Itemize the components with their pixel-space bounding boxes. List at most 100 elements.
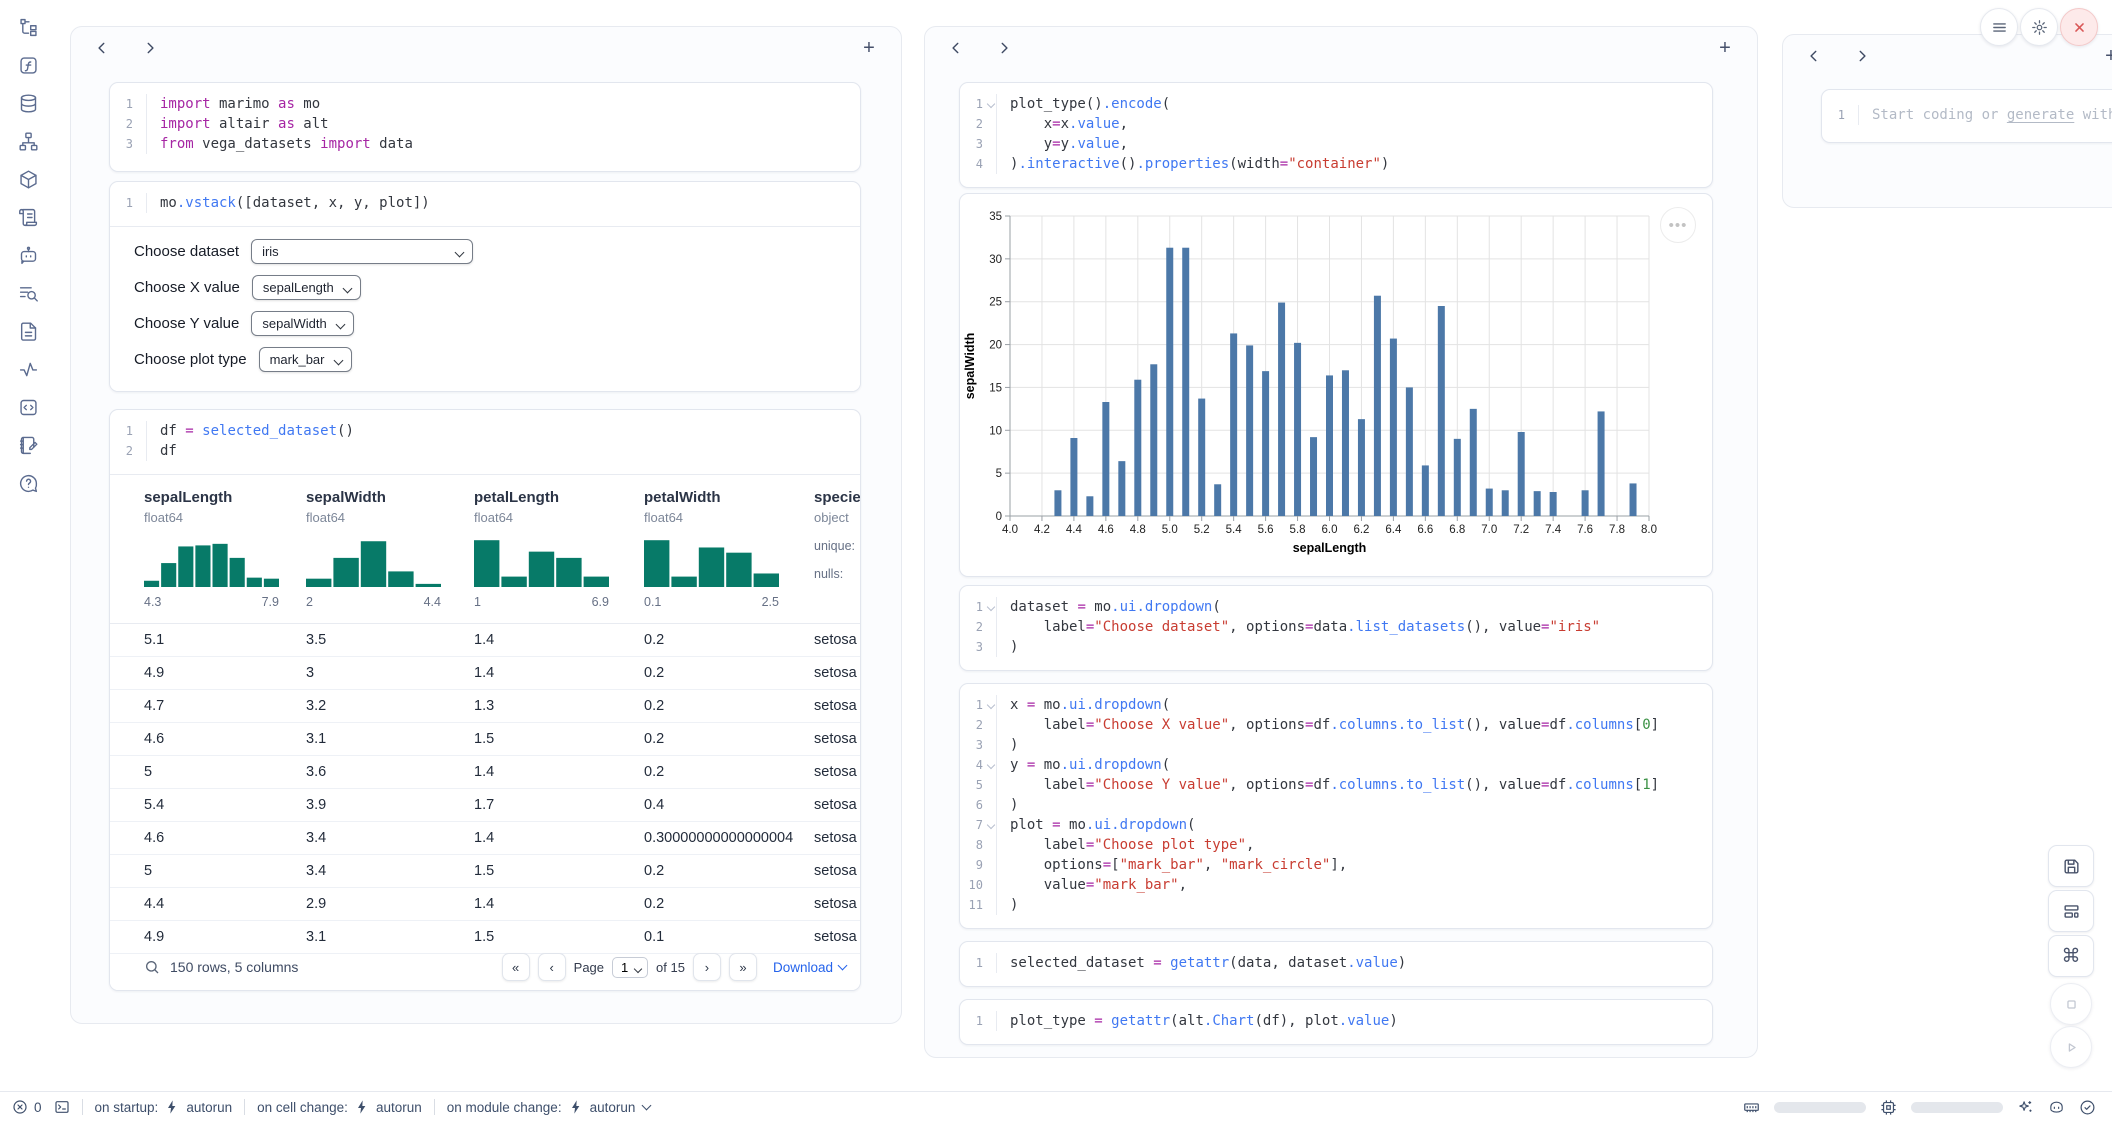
column-header-sepalWidth[interactable]: sepalWidthfloat6424.4 bbox=[306, 475, 474, 623]
fold-chevron-icon[interactable] bbox=[987, 821, 995, 829]
dropdown-select-0[interactable]: iris bbox=[251, 239, 473, 264]
add-cell-button[interactable]: + bbox=[857, 36, 881, 60]
prev-column-button[interactable] bbox=[91, 37, 113, 59]
dropdown-select-2[interactable]: sepalWidth bbox=[251, 311, 354, 336]
file-tree-icon[interactable] bbox=[17, 16, 39, 38]
code-editor[interactable]: 1import marimo as mo2import altair as al… bbox=[110, 83, 860, 165]
table-row[interactable]: 4.73.21.30.2setosa bbox=[110, 690, 860, 723]
table-row[interactable]: 4.42.91.40.2setosa bbox=[110, 888, 860, 921]
fold-chevron-icon[interactable] bbox=[987, 603, 995, 611]
table-cell: 1.7 bbox=[474, 797, 644, 813]
error-count[interactable]: 0 bbox=[12, 1099, 42, 1115]
menu-button[interactable] bbox=[1980, 8, 2018, 46]
last-page-button[interactable]: » bbox=[729, 953, 757, 981]
copilot-icon[interactable] bbox=[2048, 1099, 2065, 1116]
on-module-change-setting[interactable]: on module change: autorun bbox=[447, 1099, 651, 1115]
function-icon[interactable] bbox=[17, 54, 39, 76]
help-icon[interactable] bbox=[17, 472, 39, 494]
scroll-icon[interactable] bbox=[17, 206, 39, 228]
code-editor[interactable]: 1x = mo.ui.dropdown(2 label="Choose X va… bbox=[960, 684, 1712, 926]
activity-icon[interactable] bbox=[17, 358, 39, 380]
code-editor[interactable]: 1mo.vstack([dataset, x, y, plot]) bbox=[110, 182, 860, 224]
save-button[interactable] bbox=[2048, 845, 2094, 887]
dropdown-select-3[interactable]: mark_bar bbox=[259, 347, 352, 372]
table-cell: 5.1 bbox=[144, 632, 306, 648]
code-editor[interactable]: 1plot_type().encode(2 x=x.value,3 y=y.va… bbox=[960, 83, 1712, 185]
table-row[interactable]: 5.13.51.40.2setosa bbox=[110, 624, 860, 657]
column-header-petalWidth[interactable]: petalWidthfloat640.12.5 bbox=[644, 475, 814, 623]
code-editor[interactable]: 1dataset = mo.ui.dropdown(2 label="Choos… bbox=[960, 586, 1712, 668]
code-line: 3 y=y.value, bbox=[960, 134, 1712, 154]
keyboard-shortcuts-button[interactable]: ⌘ bbox=[2048, 935, 2094, 977]
hamburger-icon bbox=[1991, 19, 2008, 36]
package-icon[interactable] bbox=[17, 168, 39, 190]
table-cell: 5.4 bbox=[144, 797, 306, 813]
table-cell: 0.2 bbox=[644, 764, 814, 780]
column-left: + 1import marimo as mo2import altair as … bbox=[70, 26, 902, 1024]
list-search-icon[interactable] bbox=[17, 282, 39, 304]
generate-link[interactable]: generate bbox=[2007, 107, 2074, 123]
on-cell-change-setting[interactable]: on cell change: autorun bbox=[257, 1099, 422, 1115]
chatbot-icon[interactable] bbox=[17, 244, 39, 266]
table-row[interactable]: 4.931.40.2setosa bbox=[110, 657, 860, 690]
add-cell-button[interactable]: + bbox=[1713, 36, 1737, 60]
layout-button[interactable] bbox=[2048, 890, 2094, 932]
prev-column-button[interactable] bbox=[945, 37, 967, 59]
column-header-sepalLength[interactable]: sepalLengthfloat644.37.9 bbox=[144, 475, 306, 623]
dropdown-select-1[interactable]: sepalLength bbox=[252, 275, 361, 300]
prev-column-button[interactable] bbox=[1803, 45, 1825, 67]
code-line: 1import marimo as mo bbox=[110, 94, 860, 114]
table-cell: 4.9 bbox=[144, 665, 306, 681]
table-row[interactable]: 4.63.41.40.30000000000000004setosa bbox=[110, 822, 860, 855]
next-page-button[interactable]: › bbox=[693, 953, 721, 981]
table-row[interactable]: 53.61.40.2setosa bbox=[110, 756, 860, 789]
chart-actions-button[interactable]: ••• bbox=[1660, 207, 1696, 243]
fold-chevron-icon[interactable] bbox=[987, 761, 995, 769]
settings-button[interactable] bbox=[2020, 8, 2058, 46]
code-editor[interactable]: 1selected_dataset = getattr(data, datase… bbox=[960, 942, 1712, 984]
next-column-button[interactable] bbox=[1851, 45, 1873, 67]
svg-text:7.2: 7.2 bbox=[1513, 524, 1529, 536]
column-header-petalLength[interactable]: petalLengthfloat6416.9 bbox=[474, 475, 644, 623]
prev-page-button[interactable]: ‹ bbox=[538, 953, 566, 981]
code-editor[interactable]: 1plot_type = getattr(alt.Chart(df), plot… bbox=[960, 1000, 1712, 1042]
next-column-button[interactable] bbox=[993, 37, 1015, 59]
sitemap-icon[interactable] bbox=[17, 130, 39, 152]
next-column-button[interactable] bbox=[139, 37, 161, 59]
run-button[interactable] bbox=[2050, 1026, 2092, 1068]
code-editor[interactable]: 1df = selected_dataset()2df bbox=[110, 410, 860, 472]
document-icon[interactable] bbox=[17, 320, 39, 342]
sparkles-icon[interactable] bbox=[2017, 1099, 2034, 1116]
connection-status-icon[interactable] bbox=[2079, 1099, 2096, 1116]
table-row[interactable]: 53.41.50.2setosa bbox=[110, 855, 860, 888]
fold-chevron-icon[interactable] bbox=[987, 701, 995, 709]
search-icon[interactable] bbox=[144, 959, 160, 975]
svg-text:4.6: 4.6 bbox=[1098, 524, 1114, 536]
on-startup-setting[interactable]: on startup: autorun bbox=[95, 1099, 233, 1115]
stop-button[interactable] bbox=[2050, 983, 2092, 1025]
terminal-button[interactable] bbox=[54, 1099, 70, 1115]
column-header-species[interactable]: speciesobjectunique:nulls: bbox=[814, 475, 860, 623]
svg-text:20: 20 bbox=[989, 340, 1002, 352]
svg-text:5.8: 5.8 bbox=[1290, 524, 1306, 536]
download-button[interactable]: Download bbox=[773, 960, 846, 975]
line-number: 2 bbox=[960, 114, 996, 134]
table-row[interactable]: 5.43.91.70.4setosa bbox=[110, 789, 860, 822]
line-number: 9 bbox=[960, 855, 996, 875]
svg-text:6.8: 6.8 bbox=[1449, 524, 1465, 536]
altair-bar-chart[interactable]: 4.04.24.44.64.85.05.25.45.65.86.06.26.46… bbox=[960, 194, 1712, 576]
database-icon[interactable] bbox=[17, 92, 39, 114]
code-editor[interactable]: 1 Start coding or generate with bbox=[1822, 90, 2112, 140]
add-cell-button[interactable]: + bbox=[2099, 44, 2112, 68]
fold-chevron-icon[interactable] bbox=[987, 100, 995, 108]
close-button[interactable] bbox=[2060, 8, 2098, 46]
code-line: 2 label="Choose X value", options=df.col… bbox=[960, 715, 1712, 735]
code-snippet-icon[interactable] bbox=[17, 396, 39, 418]
table-summary: 150 rows, 5 columns bbox=[170, 959, 298, 975]
first-page-button[interactable]: « bbox=[502, 953, 530, 981]
page-select[interactable]: 1 bbox=[612, 957, 648, 978]
table-row[interactable]: 4.63.11.50.2setosa bbox=[110, 723, 860, 756]
save-icon bbox=[2062, 857, 2081, 876]
table-cell: setosa bbox=[814, 698, 860, 714]
notebook-pen-icon[interactable] bbox=[17, 434, 39, 456]
